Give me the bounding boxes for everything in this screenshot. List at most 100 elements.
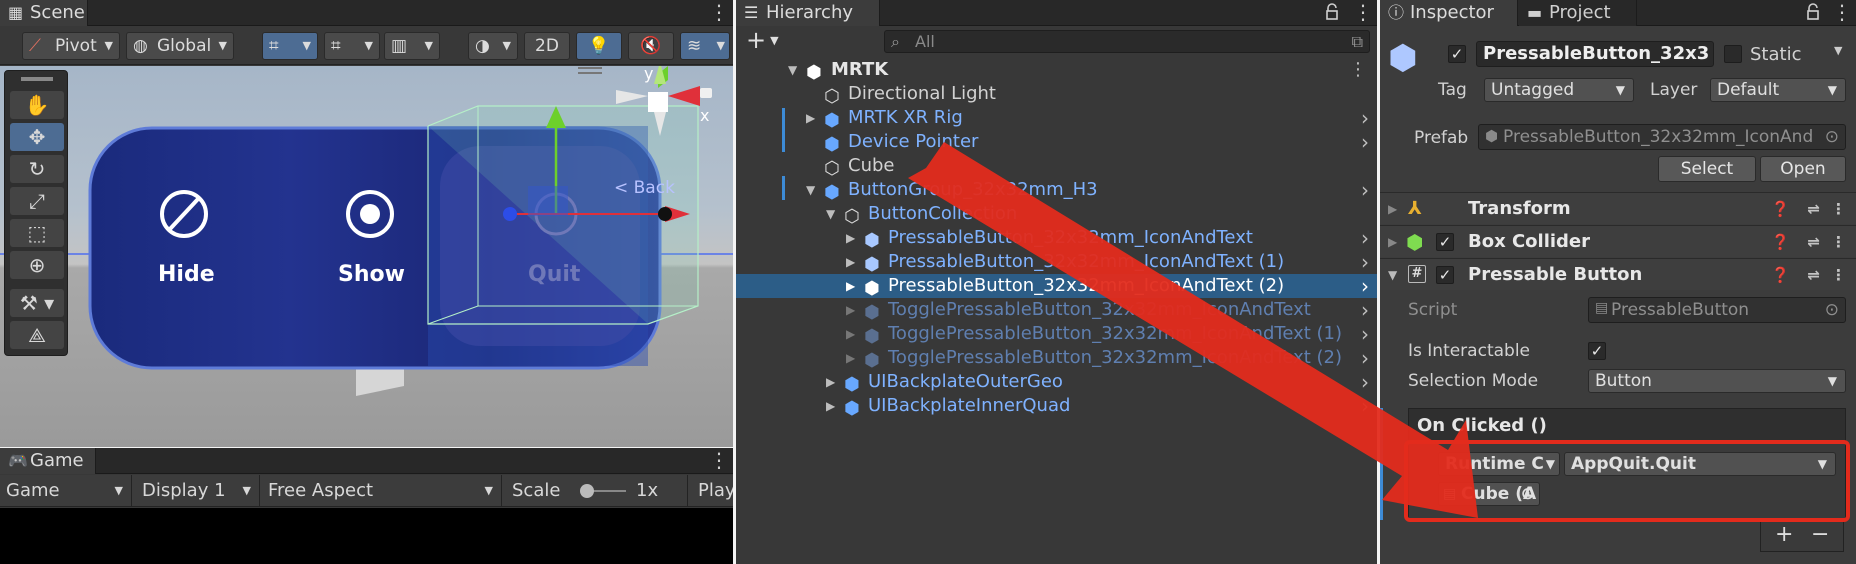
display-dropdown[interactable]: Display 1 ▼ xyxy=(136,475,260,507)
hierarchy-row-pressablebutton-2[interactable]: ▶ ⬢ PressableButton_32x32mm_IconAndText … xyxy=(736,274,1377,299)
scene-menu-icon[interactable]: ⋮ xyxy=(709,0,729,26)
xy-plane-handle[interactable] xyxy=(528,186,568,216)
chevron-right-icon[interactable]: › xyxy=(1361,226,1369,250)
presets-icon[interactable]: ⇌ xyxy=(1807,259,1820,291)
effects-toggle-button[interactable]: ≋ ▼ xyxy=(680,32,730,60)
rect-tool-button[interactable]: ⬚ xyxy=(10,219,64,247)
static-checkbox[interactable] xyxy=(1724,45,1742,63)
add-listener-button[interactable]: + xyxy=(1775,522,1793,547)
component-transform[interactable]: ▶ ⅄ Transform ❓ ⇌ ⋮ xyxy=(1380,192,1856,224)
chevron-right-icon[interactable]: › xyxy=(1361,178,1369,202)
chevron-right-icon[interactable]: ▶ xyxy=(846,346,860,370)
play-mode-dropdown[interactable]: Play xyxy=(692,475,733,507)
presets-icon[interactable]: ⇌ xyxy=(1807,226,1820,258)
quit-button-label[interactable]: Quit xyxy=(528,262,580,287)
help-icon[interactable]: ❓ xyxy=(1771,193,1790,225)
object-picker-icon[interactable]: ⊙ xyxy=(1825,127,1839,147)
hierarchy-menu-icon[interactable]: ⋮ xyxy=(1353,0,1373,26)
object-picker-icon[interactable]: ⊙ xyxy=(1521,483,1535,505)
game-view-dropdown[interactable]: Game ▼ xyxy=(0,475,132,507)
hierarchy-row-togglebutton-2[interactable]: ▶ ⬢ TogglePressableButton_32x32mm_IconAn… xyxy=(736,346,1377,371)
hierarchy-row-pressablebutton-0[interactable]: ▶ ⬢ PressableButton_32x32mm_IconAndText … xyxy=(736,226,1377,251)
chevron-right-icon[interactable]: › xyxy=(1361,250,1369,274)
z-axis-handle[interactable] xyxy=(503,207,517,221)
runtime-mode-dropdown[interactable]: Runtime C ▼ xyxy=(1438,452,1560,476)
show-button-label[interactable]: Show xyxy=(338,262,405,287)
lock-icon[interactable] xyxy=(1806,2,1820,22)
pressable-button-enabled-checkbox[interactable]: ✓ xyxy=(1436,266,1454,284)
hierarchy-row-uibackplateoutergeo[interactable]: ▶ ⬢ UIBackplateOuterGeo › xyxy=(736,370,1377,395)
hierarchy-row-mrtk-xr-rig[interactable]: ▶ ⬢ MRTK XR Rig › xyxy=(736,106,1377,131)
2d-toggle-button[interactable]: 2D xyxy=(524,32,570,60)
chevron-down-icon[interactable]: ▼ xyxy=(1834,44,1842,57)
audio-toggle-button[interactable]: 🔇 xyxy=(628,32,674,60)
select-button[interactable]: Select xyxy=(1658,156,1756,182)
chevron-right-icon[interactable]: ▶ xyxy=(826,370,840,394)
scale-tool-button[interactable]: ⤢ xyxy=(10,187,64,215)
component-menu-icon[interactable]: ⋮ xyxy=(1831,226,1846,258)
inspector-menu-icon[interactable]: ⋮ xyxy=(1832,0,1852,26)
chevron-down-icon[interactable]: ▼ xyxy=(788,58,802,82)
path-tool-button[interactable]: ⟁ xyxy=(10,321,64,349)
scene-viewport[interactable]: Hide Show Quit < Back y x xyxy=(0,66,733,447)
chevron-right-icon[interactable]: › xyxy=(1361,106,1369,130)
shading-mode-button[interactable]: ◑ ▼ xyxy=(468,32,518,60)
tab-game[interactable]: 🎮 Game xyxy=(0,448,96,474)
chevron-right-icon[interactable]: › xyxy=(1361,370,1369,394)
grid-snap-button[interactable]: ⌗ ▼ xyxy=(262,32,318,60)
chevron-right-icon[interactable]: ▶ xyxy=(846,274,860,298)
component-box-collider[interactable]: ▶ ⬢ ✓ Box Collider ❓ ⇌ ⋮ xyxy=(1380,225,1856,257)
scale-thumb[interactable] xyxy=(580,484,594,498)
help-icon[interactable]: ❓ xyxy=(1771,259,1790,291)
chevron-right-icon[interactable]: › xyxy=(1361,394,1369,418)
chevron-right-icon[interactable]: › xyxy=(1361,322,1369,346)
component-menu-icon[interactable]: ⋮ xyxy=(1831,193,1846,225)
chevron-right-icon[interactable]: ▶ xyxy=(1388,193,1397,225)
hierarchy-search-input[interactable]: ⌕ All ⧉ xyxy=(884,30,1370,53)
object-name-field[interactable]: PressableButton_32x32mm xyxy=(1476,41,1714,67)
global-dropdown[interactable]: ◍ Global ▼ xyxy=(126,32,234,60)
transform-tool-button[interactable]: ⊕ xyxy=(10,251,64,279)
search-options-icon[interactable]: ⧉ xyxy=(1352,31,1363,52)
chevron-right-icon[interactable]: ▶ xyxy=(846,298,860,322)
hierarchy-row-mrtk[interactable]: ▼ ⬢ MRTK ⋮ xyxy=(736,58,1377,83)
chevron-right-icon[interactable]: › xyxy=(1361,274,1369,298)
chevron-right-icon[interactable]: › xyxy=(1361,130,1369,154)
presets-icon[interactable]: ⇌ xyxy=(1807,193,1820,225)
hierarchy-row-device-pointer[interactable]: ⬢ Device Pointer › xyxy=(736,130,1377,155)
create-dropdown-button[interactable]: + ▼ xyxy=(746,27,779,54)
hierarchy-row-directional-light[interactable]: ⬡ Directional Light xyxy=(736,82,1377,107)
chevron-right-icon[interactable]: ▶ xyxy=(1388,226,1397,258)
component-pressable-button[interactable]: ▼ # ✓ Pressable Button ❓ ⇌ ⋮ xyxy=(1380,258,1856,290)
game-menu-icon[interactable]: ⋮ xyxy=(709,448,729,474)
chevron-down-icon[interactable]: ▼ xyxy=(806,178,820,202)
tag-dropdown[interactable]: Untagged ▼ xyxy=(1484,78,1634,102)
chevron-right-icon[interactable]: ▶ xyxy=(846,226,860,250)
is-interactable-checkbox[interactable]: ✓ xyxy=(1588,342,1606,360)
move-tool-button[interactable]: ✥ xyxy=(10,123,64,151)
pivot-dropdown[interactable]: ⟋ Pivot ▼ xyxy=(22,32,120,60)
custom-tool-button[interactable]: ⚒ ▾ xyxy=(10,289,64,317)
chevron-right-icon[interactable]: ▶ xyxy=(826,394,840,418)
lock-icon[interactable] xyxy=(1325,2,1339,22)
target-object-field[interactable]: ▤ Cube (A ⊙ xyxy=(1438,482,1540,506)
component-menu-icon[interactable]: ⋮ xyxy=(1831,259,1846,291)
row-menu-icon[interactable]: ⋮ xyxy=(1349,58,1367,82)
tab-project[interactable]: ▬ Project xyxy=(1519,0,1637,26)
drag-handle[interactable] xyxy=(21,77,53,81)
chevron-right-icon[interactable]: › xyxy=(1361,346,1369,370)
hierarchy-row-buttongroup[interactable]: ▼ ⬢ ButtonGroup_32x32mm_H3 › xyxy=(736,178,1377,203)
remove-listener-button[interactable]: − xyxy=(1811,522,1829,547)
lock-gizmo-icon[interactable] xyxy=(700,88,712,98)
chevron-down-icon[interactable]: ▼ xyxy=(1388,259,1397,291)
box-collider-enabled-checkbox[interactable]: ✓ xyxy=(1436,233,1454,251)
chevron-right-icon[interactable]: › xyxy=(1361,298,1369,322)
chevron-right-icon[interactable]: ▶ xyxy=(806,106,820,130)
aspect-dropdown[interactable]: Free Aspect ▼ xyxy=(262,475,502,507)
lighting-toggle-button[interactable]: 💡 xyxy=(576,32,622,60)
hierarchy-row-cube[interactable]: ⬡ Cube xyxy=(736,154,1377,179)
help-icon[interactable]: ❓ xyxy=(1771,226,1790,258)
hierarchy-row-pressablebutton-1[interactable]: ▶ ⬢ PressableButton_32x32mm_IconAndText … xyxy=(736,250,1377,275)
chevron-right-icon[interactable]: ▶ xyxy=(846,322,860,346)
tab-scene[interactable]: ▦ Scene xyxy=(0,0,88,26)
